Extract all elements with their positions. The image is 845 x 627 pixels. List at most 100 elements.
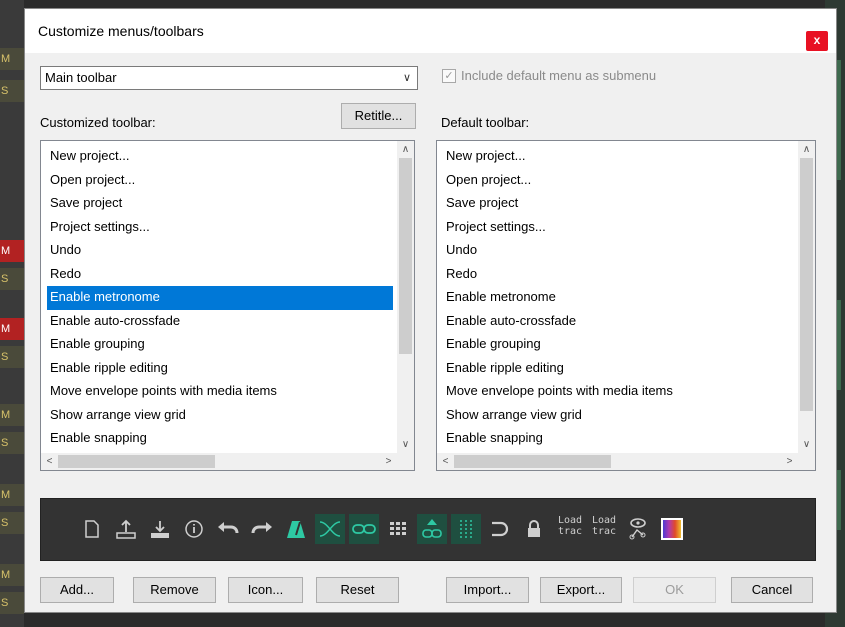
scroll-left-icon[interactable]: < [41, 453, 58, 470]
scroll-up-icon[interactable]: ∧ [798, 141, 815, 158]
list-item[interactable]: Move envelope points with media items [41, 380, 393, 404]
list-item[interactable]: Move envelope points with media items [437, 380, 789, 404]
import-button[interactable]: Import... [446, 577, 529, 603]
default-toolbar-list[interactable]: New project... Open project... Save projec… [436, 140, 816, 471]
save-project-icon[interactable] [145, 514, 175, 544]
track-tag: M [0, 564, 24, 586]
list-item[interactable]: Open project... [41, 169, 393, 193]
default-toolbar-label: Default toolbar: [441, 115, 530, 130]
horizontal-scrollbar[interactable]: < > [437, 453, 798, 470]
track-tag: M [0, 484, 24, 506]
track-tag: M [0, 318, 24, 340]
new-project-icon[interactable] [77, 514, 107, 544]
list-item[interactable]: Enable snapping [437, 427, 789, 451]
list-item[interactable]: Project settings... [41, 216, 393, 240]
track-tag: S [0, 346, 24, 368]
scroll-left-icon[interactable]: < [437, 453, 454, 470]
list-item[interactable]: Redo [41, 263, 393, 287]
customized-items: New project... Open project... Save projec… [41, 145, 393, 470]
snap-grid-icon[interactable] [451, 514, 481, 544]
toolbar-select-value: Main toolbar [45, 70, 117, 85]
include-default-checkbox[interactable]: ✓ [442, 68, 456, 83]
list-item[interactable]: New project... [41, 145, 393, 169]
grid-icon[interactable] [383, 514, 413, 544]
scroll-right-icon[interactable]: > [781, 453, 798, 470]
include-default-checkbox-row[interactable]: ✓ Include default menu as submenu [442, 68, 656, 83]
load-text: Load [591, 515, 617, 526]
toolbar-select[interactable]: Main toolbar ∨ [40, 66, 418, 90]
dialog-title: Customize menus/toolbars [38, 23, 204, 39]
load-text: Load [557, 515, 583, 526]
track-tag: M [0, 48, 24, 70]
add-button[interactable]: Add... [40, 577, 114, 603]
color-icon[interactable] [657, 514, 687, 544]
horizontal-scrollbar[interactable]: < > [41, 453, 397, 470]
list-item[interactable]: Enable ripple editing [437, 357, 789, 381]
metronome-icon[interactable] [281, 514, 311, 544]
auto-crossfade-icon[interactable] [315, 514, 345, 544]
list-item[interactable]: Enable grouping [41, 333, 393, 357]
track-tag: S [0, 432, 24, 454]
redo-icon[interactable] [247, 514, 277, 544]
title-bar: Customize menus/toolbars x [25, 9, 836, 53]
vertical-scrollbar[interactable]: ∧ ∨ [397, 141, 414, 453]
ok-button[interactable]: OK [633, 577, 716, 603]
list-item[interactable]: Undo [41, 239, 393, 263]
list-item[interactable]: Enable grouping [437, 333, 789, 357]
track-tag: S [0, 268, 24, 290]
list-item[interactable]: Enable auto-crossfade [437, 310, 789, 334]
load-track-template-icon[interactable]: Load trac [587, 515, 621, 537]
list-item[interactable]: Save project [437, 192, 789, 216]
default-items: New project... Open project... Save projec… [437, 145, 789, 470]
loop-icon[interactable] [485, 514, 515, 544]
scroll-thumb[interactable] [399, 158, 412, 354]
list-item[interactable]: Enable snapping [41, 427, 393, 451]
chevron-down-icon: ∨ [402, 72, 411, 84]
retitle-button[interactable]: Retitle... [341, 103, 416, 129]
trac-text: trac [557, 526, 583, 537]
list-item[interactable]: New project... [437, 145, 789, 169]
toolbar-preview: Load trac Load trac [40, 498, 816, 561]
list-item[interactable]: Redo [437, 263, 789, 287]
track-tag: S [0, 80, 24, 102]
reset-button[interactable]: Reset [316, 577, 399, 603]
remove-button[interactable]: Remove [133, 577, 216, 603]
grouping-icon[interactable] [349, 514, 379, 544]
customize-dialog: Customize menus/toolbars x Main toolbar … [24, 8, 837, 613]
cancel-button[interactable]: Cancel [731, 577, 813, 603]
list-item[interactable]: Undo [437, 239, 789, 263]
list-item[interactable]: Open project... [437, 169, 789, 193]
vertical-scrollbar[interactable]: ∧ ∨ [798, 141, 815, 453]
include-default-label: Include default menu as submenu [461, 68, 657, 83]
envelope-icon[interactable] [623, 514, 653, 544]
track-tag: S [0, 512, 24, 534]
scroll-thumb[interactable] [800, 158, 813, 411]
list-item[interactable]: Show arrange view grid [437, 404, 789, 428]
list-item[interactable]: Enable metronome [47, 286, 393, 310]
scroll-up-icon[interactable]: ∧ [397, 141, 414, 158]
icon-button[interactable]: Icon... [228, 577, 303, 603]
scroll-right-icon[interactable]: > [380, 453, 397, 470]
list-item[interactable]: Enable auto-crossfade [41, 310, 393, 334]
customized-toolbar-list[interactable]: New project... Open project... Save projec… [40, 140, 415, 471]
project-settings-icon[interactable] [179, 514, 209, 544]
list-item[interactable]: Project settings... [437, 216, 789, 240]
export-button[interactable]: Export... [540, 577, 622, 603]
scroll-thumb[interactable] [58, 455, 215, 468]
track-tag: M [0, 240, 24, 262]
load-track-template-icon[interactable]: Load trac [553, 515, 587, 537]
lock-icon[interactable] [519, 514, 549, 544]
scroll-corner [397, 453, 414, 470]
list-item[interactable]: Show arrange view grid [41, 404, 393, 428]
ripple-editing-icon[interactable] [417, 514, 447, 544]
list-item[interactable]: Enable ripple editing [41, 357, 393, 381]
list-item[interactable]: Enable metronome [437, 286, 789, 310]
list-item[interactable]: Save project [41, 192, 393, 216]
scroll-down-icon[interactable]: ∨ [798, 436, 815, 453]
close-button[interactable]: x [806, 31, 828, 51]
background-track-panel: M S M S M S M S M S M S [0, 0, 24, 627]
open-project-icon[interactable] [111, 514, 141, 544]
scroll-thumb[interactable] [454, 455, 611, 468]
undo-icon[interactable] [213, 514, 243, 544]
scroll-down-icon[interactable]: ∨ [397, 436, 414, 453]
